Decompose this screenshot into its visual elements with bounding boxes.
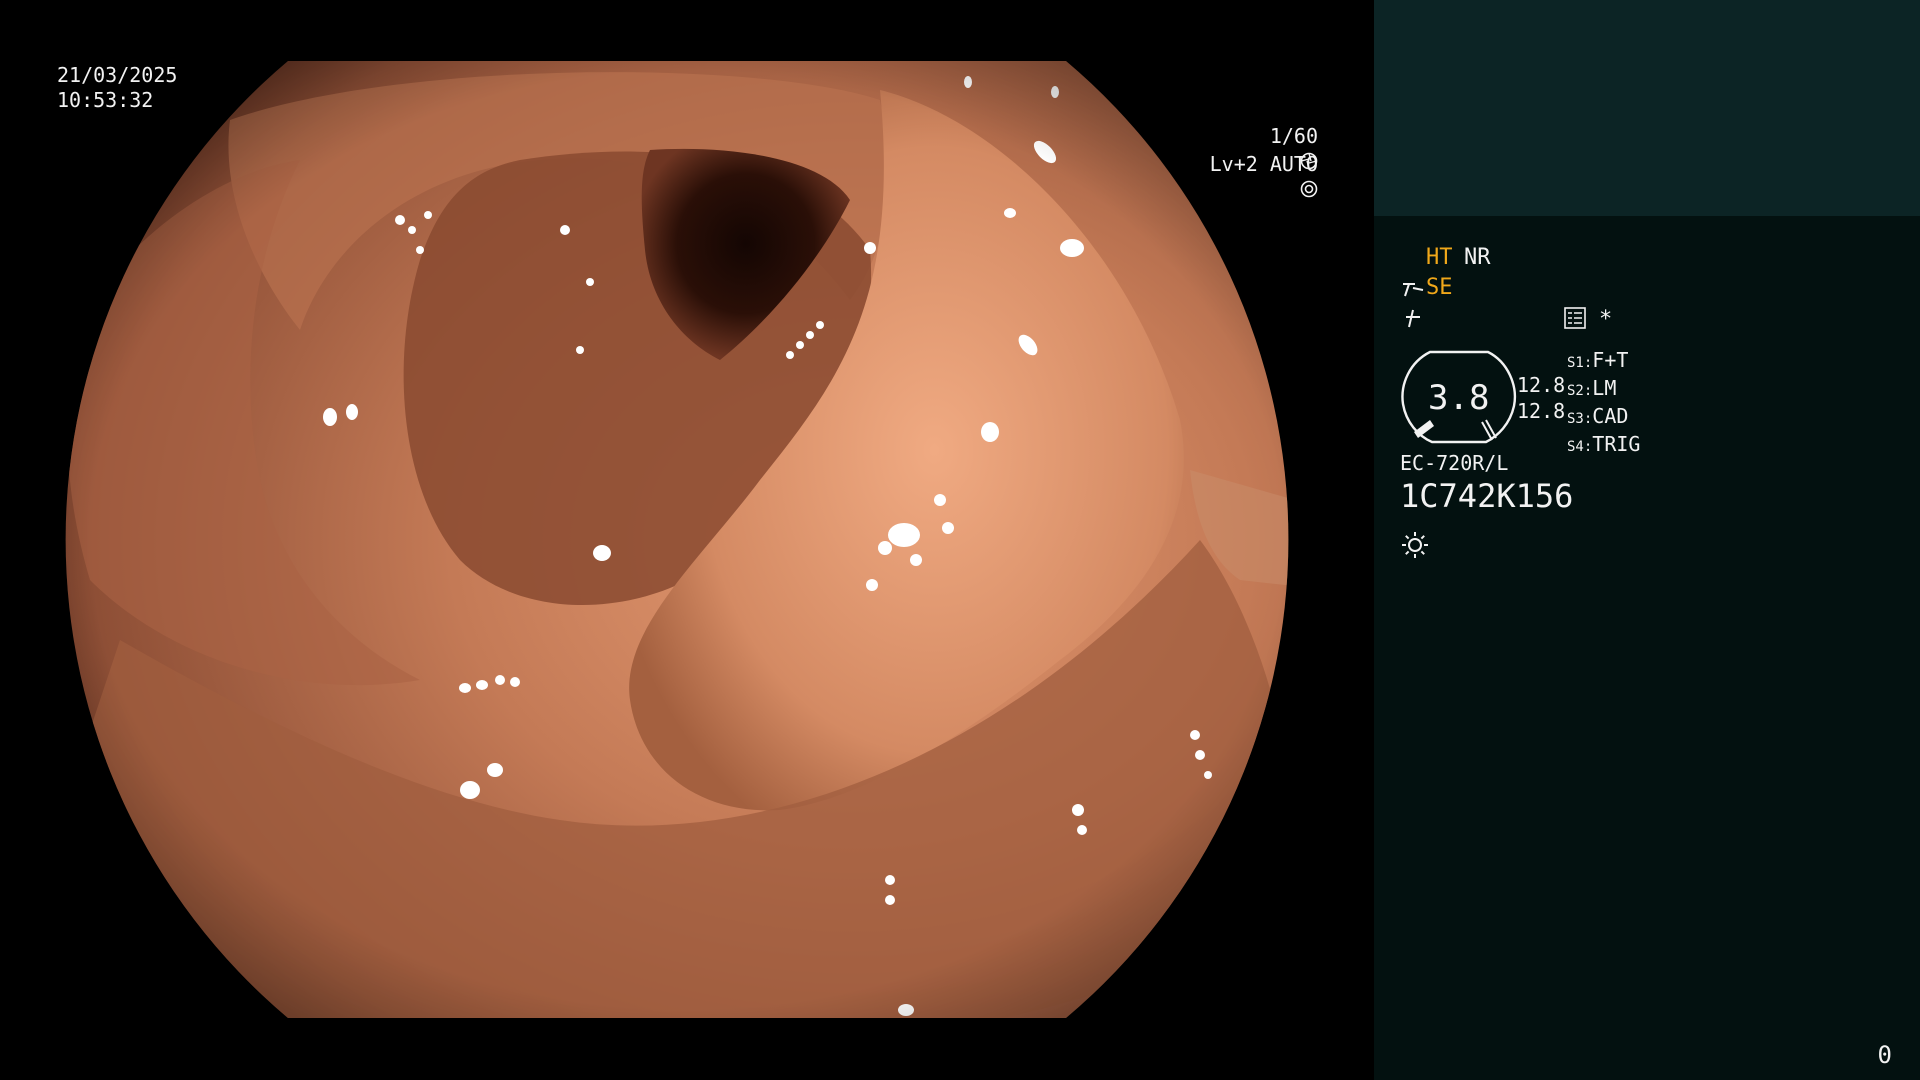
panel-value-2: 12.8	[1517, 399, 1566, 423]
exposure-level: Lv+2 AUTO	[1209, 152, 1318, 176]
nr-indicator: NR	[1464, 245, 1491, 270]
iris-icon	[1300, 180, 1318, 198]
switch-item: S3:CAD	[1567, 404, 1629, 428]
switch-item: S1:F+T	[1567, 348, 1629, 372]
exam-date: 21/03/2025	[57, 63, 178, 87]
scope-serial: 1C742K156	[1400, 477, 1574, 515]
switch-list: S1:F+T S2:LM S3:CAD S4:TRIG	[1567, 348, 1640, 460]
ht-indicator: HT	[1426, 245, 1453, 270]
light-source-icon	[1402, 532, 1428, 558]
asterisk-indicator: *	[1599, 307, 1613, 332]
switch-label: CAD	[1592, 404, 1629, 428]
switch-item: S2:LM	[1567, 376, 1617, 400]
switch-key: S3	[1567, 411, 1584, 427]
se-indicator: SE	[1426, 275, 1453, 300]
switch-label: TRIG	[1592, 432, 1641, 456]
panel-value-1: 12.8	[1517, 373, 1566, 397]
scope-model: EC-720R/L	[1400, 451, 1509, 475]
endoscope-video: 21/03/2025 10:53:32 1/60 Lv+2 AUTO	[0, 0, 1374, 1080]
switch-label: F+T	[1592, 348, 1629, 372]
panel-header-area	[1374, 0, 1920, 216]
structure-enhance-icon	[1403, 283, 1424, 297]
switch-label: LM	[1592, 376, 1617, 400]
switch-key: S2	[1567, 383, 1584, 399]
switch-item: S4:TRIG	[1567, 432, 1641, 456]
frame-counter: 0	[1877, 1041, 1892, 1069]
exam-time: 10:53:32	[57, 88, 154, 112]
processor-info-panel: HT NR SE * 3.8 12.8 12.8 S1:F+T S2:LM S3…	[1374, 0, 1920, 1080]
switch-key: S4	[1567, 439, 1584, 455]
freeze-icon	[1406, 309, 1420, 328]
menu-list-icon	[1564, 307, 1586, 329]
zoom-value: 3.8	[1428, 378, 1490, 418]
switch-key: S1	[1567, 355, 1584, 371]
level-readout: Lv+2 AUTO	[1161, 127, 1318, 227]
